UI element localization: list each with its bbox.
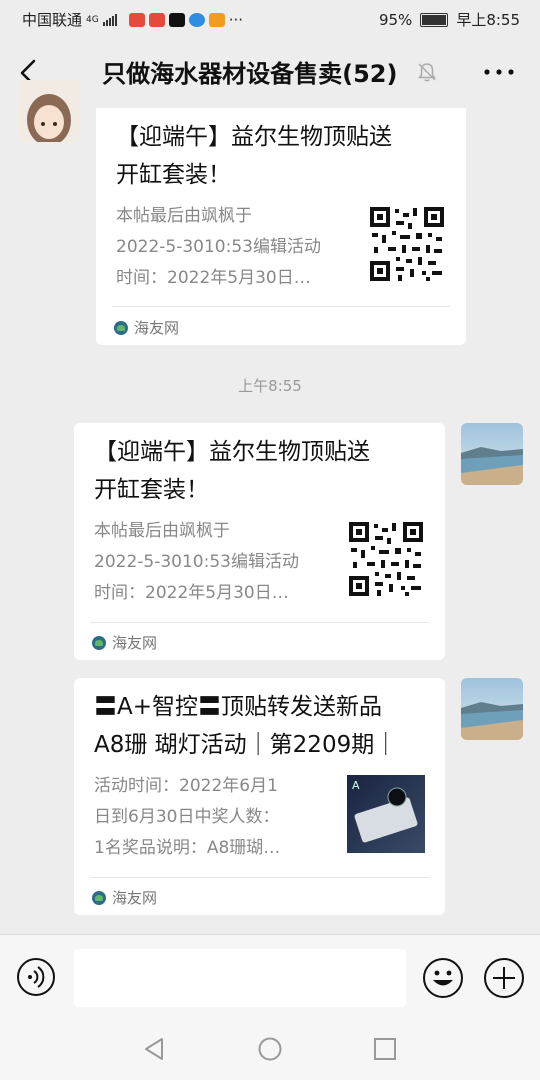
shared-link-card[interactable]: 【迎端午】益尔生物顶贴送 开缸套装！ 本帖最后由飒枫于 2022-5-3010:…	[96, 108, 466, 345]
svg-text:A: A	[352, 779, 360, 792]
qr-code-thumbnail	[368, 205, 446, 283]
card-description: 本帖最后由飒枫于 2022-5-3010:53编辑活动 时间：2022年5月30…	[116, 206, 321, 288]
battery-percent: 95%	[378, 10, 413, 29]
more-dots-icon[interactable]	[482, 60, 516, 84]
chat-header: 只做海水器材设备售卖(52)	[0, 36, 540, 108]
card-title: 【迎端午】益尔生物顶贴送 开缸套装！	[116, 124, 392, 188]
battery-icon	[420, 12, 449, 27]
avatar[interactable]	[18, 80, 80, 142]
card-divider	[112, 306, 450, 307]
status-bar: 中国联通 4G ··· 95% 早上8:55	[0, 0, 540, 36]
avatar[interactable]	[461, 678, 523, 740]
chat-title: 只做海水器材设备售卖(52)	[102, 60, 398, 88]
system-nav-bar	[0, 1018, 540, 1080]
product-thumbnail: A	[347, 775, 425, 853]
message-input[interactable]	[74, 949, 406, 1007]
message-timestamp: 上午8:55	[238, 377, 302, 395]
card-description: 活动时间：2022年6月1 日到6月30日中奖人数： 1名奖品说明：A8珊瑚…	[94, 776, 281, 858]
more-notifications-icon: ···	[228, 10, 244, 29]
card-divider	[90, 877, 429, 878]
page-title: 只做海水器材设备售卖(52)	[0, 54, 540, 89]
circle-home-icon[interactable]	[257, 1036, 283, 1062]
emoji-icon[interactable]	[422, 957, 464, 999]
source-logo-icon	[92, 890, 106, 905]
carrier-label: 中国联通	[22, 11, 83, 29]
app-notification-icon	[188, 12, 205, 27]
shared-link-card[interactable]: 【迎端午】益尔生物顶贴送 开缸套装！ 本帖最后由飒枫于 2022-5-3010:…	[74, 423, 445, 660]
triangle-back-icon[interactable]	[142, 1036, 168, 1062]
shared-link-card[interactable]: 〓A+智控〓顶贴转发送新品 A8珊 瑚灯活动｜第2209期｜ 活动时间：2022…	[74, 678, 445, 915]
app-notification-icon	[128, 12, 145, 27]
voice-icon[interactable]	[16, 957, 56, 997]
qr-code-thumbnail	[347, 520, 425, 598]
source-name: 海友网	[112, 889, 158, 907]
signal-icon	[102, 13, 117, 26]
network-type: 4G	[86, 14, 99, 25]
avatar[interactable]	[461, 423, 523, 485]
card-divider	[90, 622, 429, 623]
card-title: 【迎端午】益尔生物顶贴送 开缸套装！	[94, 439, 370, 503]
plus-circle-icon[interactable]	[483, 957, 525, 999]
app-notification-icon	[208, 12, 225, 27]
card-title: 〓A+智控〓顶贴转发送新品 A8珊 瑚灯活动｜第2209期｜	[94, 694, 398, 758]
clock: 早上8:55	[456, 11, 520, 29]
tiktok-icon	[168, 12, 185, 27]
source-logo-icon	[114, 320, 128, 335]
card-source: 海友网	[92, 632, 157, 653]
source-name: 海友网	[134, 319, 180, 337]
card-source: 海友网	[92, 887, 157, 908]
card-description: 本帖最后由飒枫于 2022-5-3010:53编辑活动 时间：2022年5月30…	[94, 521, 299, 603]
app-notification-icon	[148, 12, 165, 27]
message-input-bar	[0, 934, 540, 1019]
square-recent-icon[interactable]	[372, 1036, 398, 1062]
source-logo-icon	[92, 635, 106, 650]
card-source: 海友网	[114, 317, 179, 338]
source-name: 海友网	[112, 634, 158, 652]
bell-off-icon	[417, 62, 436, 81]
